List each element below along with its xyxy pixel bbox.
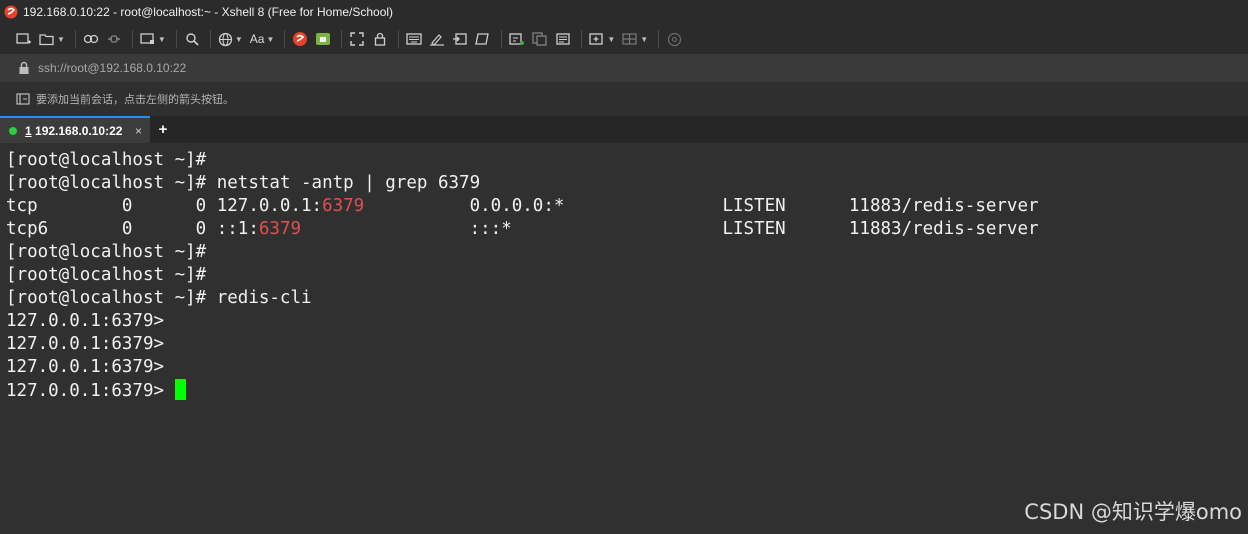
- terminal-line: 127.0.0.1:6379>: [6, 357, 165, 377]
- terminal-line: tcp6 0 0 ::1:6379 :::* LISTEN 11883/redi…: [6, 218, 1248, 241]
- session-hint-bar: 要添加当前会话，点击左侧的箭头按钮。: [0, 82, 1248, 116]
- new-window-icon[interactable]: ▼: [138, 28, 168, 50]
- script-icon[interactable]: [450, 28, 470, 50]
- compose-icon[interactable]: [473, 28, 493, 50]
- port-highlight: 6379: [322, 196, 365, 216]
- keyboard-icon[interactable]: [404, 28, 424, 50]
- window-title: 192.168.0.10:22 - root@localhost:~ - Xsh…: [23, 5, 394, 19]
- toolbar-separator: [658, 30, 660, 48]
- copy-icon[interactable]: [530, 28, 550, 50]
- port-highlight: 6379: [258, 219, 302, 239]
- toolbar-separator: [398, 30, 400, 48]
- session-address[interactable]: ssh://root@192.168.0.10:22: [38, 61, 186, 75]
- font-icon[interactable]: Aa ▼: [248, 28, 277, 50]
- disconnect-icon[interactable]: [104, 28, 124, 50]
- tab-number: 1: [25, 123, 32, 138]
- toolbar-separator: [175, 30, 177, 48]
- xshell-icon[interactable]: [290, 28, 310, 50]
- session-bar-icon[interactable]: [16, 92, 30, 106]
- toolbar-separator: [209, 30, 211, 48]
- reconnect-icon[interactable]: [81, 28, 101, 50]
- hint-text: 要添加当前会话，点击左侧的箭头按钮。: [36, 94, 234, 106]
- netstat-row-start: tcp 0 0 127.0.0.1:: [6, 196, 323, 216]
- toolbar-separator: [131, 30, 133, 48]
- terminal-cursor: [174, 379, 186, 400]
- netstat-row-start: tcp6 0 0 ::1:: [6, 219, 259, 239]
- terminal-prompt-line[interactable]: 127.0.0.1:6379>: [6, 379, 1248, 402]
- tab-bar: 1 192.168.0.10:22 × +: [0, 116, 1248, 143]
- terminal-line: [root@localhost ~]# redis-cli: [6, 288, 312, 308]
- open-folder-icon[interactable]: ▼: [37, 28, 67, 50]
- terminal-line: tcp 0 0 127.0.0.1:6379 0.0.0.0:* LISTEN …: [6, 195, 1248, 218]
- netstat-row-end: :::* LISTEN 11883/redis-server: [301, 219, 1039, 239]
- new-tab-icon[interactable]: [507, 28, 527, 50]
- terminal-line: [root@localhost ~]#: [6, 265, 207, 285]
- new-tab-button[interactable]: +: [150, 116, 176, 143]
- toolbar-separator: [74, 30, 76, 48]
- tab-host: 192.168.0.10:22: [35, 123, 123, 138]
- netstat-row-end: 0.0.0.0:* LISTEN 11883/redis-server: [364, 196, 1039, 216]
- address-bar[interactable]: ssh://root@192.168.0.10:22: [0, 54, 1248, 82]
- tab-label: 1 192.168.0.10:22: [25, 124, 122, 138]
- xshell-logo-icon: [4, 5, 18, 19]
- terminal-line: [root@localhost ~]#: [6, 150, 207, 170]
- paste-icon[interactable]: [553, 28, 573, 50]
- toolbar-separator: [581, 30, 583, 48]
- add-folder-icon[interactable]: ▼: [587, 28, 617, 50]
- main-toolbar: ▼ ▼ ▼ Aa ▼ ▼ ▼: [0, 24, 1248, 54]
- terminal-line: [root@localhost ~]#: [6, 242, 207, 262]
- highlight-icon[interactable]: [427, 28, 447, 50]
- globe-icon[interactable]: ▼: [216, 28, 245, 50]
- terminal-line: 127.0.0.1:6379>: [6, 311, 165, 331]
- xftp-icon[interactable]: [313, 28, 333, 50]
- title-bar: 192.168.0.10:22 - root@localhost:~ - Xsh…: [0, 0, 1248, 24]
- toolbar-separator: [501, 30, 503, 48]
- lock-icon: [19, 61, 29, 74]
- watermark: CSDN @知识学爆omo: [1024, 500, 1242, 524]
- new-session-icon[interactable]: [14, 28, 34, 50]
- help-icon[interactable]: [664, 28, 684, 50]
- terminal-output[interactable]: [root@localhost ~]# [root@localhost ~]# …: [0, 143, 1248, 534]
- terminal-line: [root@localhost ~]# netstat -antp | grep…: [6, 173, 481, 193]
- font-label: Aa: [249, 32, 265, 46]
- fullscreen-icon[interactable]: [347, 28, 367, 50]
- redis-prompt: 127.0.0.1:6379>: [6, 381, 175, 401]
- layout-icon[interactable]: ▼: [620, 28, 650, 50]
- toolbar-separator: [341, 30, 343, 48]
- toolbar-separator: [284, 30, 286, 48]
- lock-icon[interactable]: [370, 28, 390, 50]
- tab-session-1[interactable]: 1 192.168.0.10:22 ×: [0, 116, 150, 143]
- find-icon[interactable]: [182, 28, 202, 50]
- close-tab-icon[interactable]: ×: [135, 124, 142, 138]
- connected-status-icon: [9, 126, 17, 135]
- terminal-line: 127.0.0.1:6379>: [6, 334, 165, 354]
